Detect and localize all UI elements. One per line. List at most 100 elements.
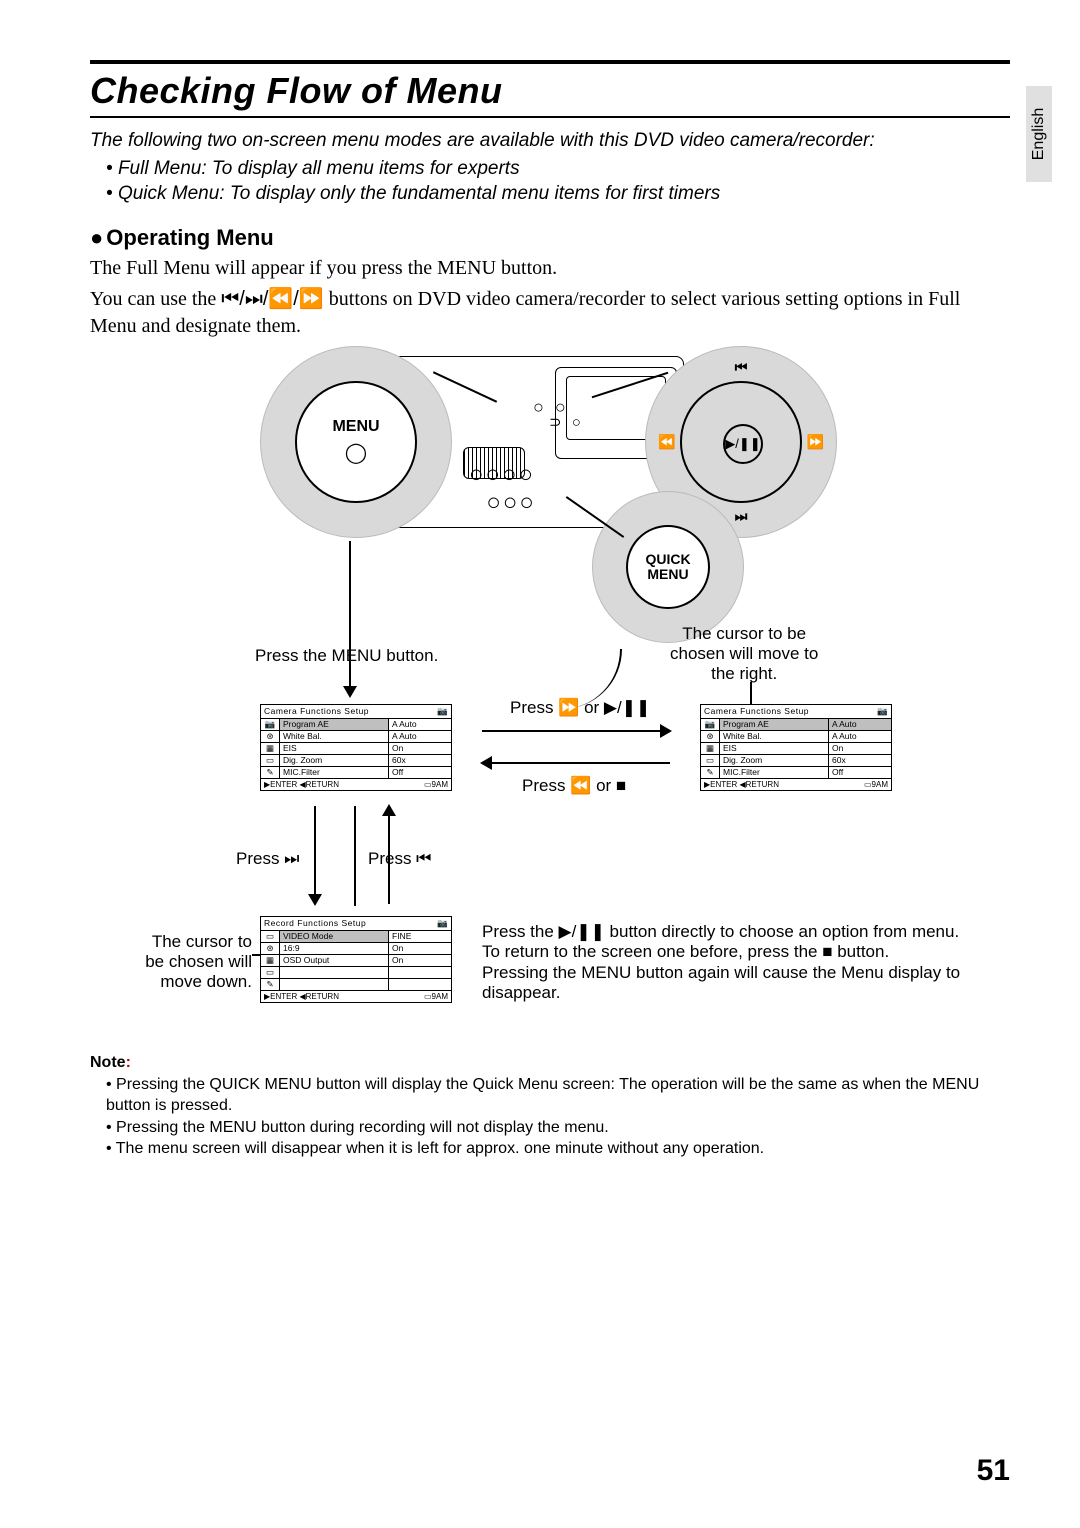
press-forward-label: Press ⏩ or ▶/❚❚	[510, 698, 650, 718]
note-block: Note: Pressing the QUICK MENU button wil…	[90, 1052, 1010, 1160]
osd-row-value: On	[389, 943, 451, 954]
osd-footer-left: ▶ENTER ◀RETURN	[264, 992, 339, 1001]
osd-row-value: A Auto	[829, 731, 891, 742]
note-colon: :	[126, 1054, 131, 1071]
note-item: The menu screen will disappear when it i…	[106, 1138, 1010, 1160]
osd-footer-right: ▭9AM	[864, 780, 888, 789]
arrow-left-icon	[482, 762, 670, 764]
osd-row-icon: ⊛	[261, 731, 280, 742]
diagram: ○ ○ ⊃ ○ ○○○○ ○○○ MENU ◯ ▶/❚❚ ⏮ ⏭ ⏪ ⏩ QUI…	[90, 346, 1010, 1046]
rule-under-title	[90, 116, 1010, 118]
osd-title: Record Functions Setup	[264, 918, 366, 929]
osd-row-name: MIC.Filter	[280, 767, 389, 778]
osd-row-name: White Bal.	[720, 731, 829, 742]
camera-icon: 📷	[437, 706, 448, 717]
quick-menu-button-illustration: QUICK MENU	[592, 491, 744, 643]
osd-row-icon: ▭	[261, 931, 280, 942]
osd-row-name	[280, 967, 389, 978]
osd-row-name: Program AE	[720, 719, 829, 730]
osd-row-value: FINE	[389, 931, 451, 942]
camera-indicator-icon: ⊃ ○	[549, 413, 584, 431]
osd-row-value: On	[389, 743, 451, 754]
intro-bullet: Full Menu: To display all menu items for…	[106, 156, 1010, 182]
osd-row-icon: ✎	[261, 767, 280, 778]
osd-row-name: MIC.Filter	[720, 767, 829, 778]
osd-row-value: 60x	[389, 755, 451, 766]
intro-bullet: Quick Menu: To display only the fundamen…	[106, 181, 1010, 207]
note-item: Pressing the QUICK MENU button will disp…	[106, 1074, 1010, 1117]
osd-row-icon: ▦	[701, 743, 720, 754]
osd-row-name: 16:9	[280, 943, 389, 954]
osd-footer-right: ▭9AM	[424, 992, 448, 1001]
menu-button-label: MENU	[332, 418, 379, 436]
osd-row-icon: ✎	[701, 767, 720, 778]
camera-icon: 📷	[437, 918, 448, 929]
language-tab: English	[1026, 86, 1052, 182]
osd-row-value: A Auto	[389, 731, 451, 742]
osd-footer-left: ▶ENTER ◀RETURN	[704, 780, 779, 789]
skip-prev-icon: ⏮	[735, 359, 748, 376]
press-prev-label: Press ⏮	[368, 849, 431, 869]
rewind-icon: ⏪	[658, 433, 675, 450]
section-heading: Operating Menu	[90, 225, 1010, 251]
osd-row-value	[389, 979, 451, 990]
forward-icon: ⏩	[807, 433, 824, 450]
osd-row-name: VIDEO Mode	[280, 931, 389, 942]
osd-row-icon: ▭	[261, 967, 280, 978]
osd-row-name: EIS	[280, 743, 389, 754]
page-number: 51	[977, 1454, 1010, 1488]
osd-row-name: Dig. Zoom	[280, 755, 389, 766]
osd-row-icon: ▭	[261, 755, 280, 766]
cursor-right-label: The cursor to be chosen will move to the…	[670, 624, 818, 684]
osd-row-icon: ▭	[701, 755, 720, 766]
section-p1: The Full Menu will appear if you press t…	[90, 255, 1010, 282]
osd-row-value	[389, 967, 451, 978]
page-title: Checking Flow of Menu	[90, 70, 1010, 112]
osd-camera-menu-right: Camera Functions Setup📷 📷Program AEA Aut…	[700, 704, 892, 791]
osd-row-icon: ▦	[261, 955, 280, 966]
rule-top	[90, 60, 1010, 64]
osd-row-icon: ⊛	[701, 731, 720, 742]
camera-icon: 📷	[877, 706, 888, 717]
quick-menu-label: QUICK MENU	[626, 525, 710, 609]
osd-footer-right: ▭9AM	[424, 780, 448, 789]
note-item: Pressing the MENU button during recordin…	[106, 1117, 1010, 1139]
osd-row-name: White Bal.	[280, 731, 389, 742]
button-icon: ◯	[332, 440, 379, 465]
play-pause-icon: ▶/❚❚	[723, 424, 763, 464]
osd-row-name: Dig. Zoom	[720, 755, 829, 766]
intro-desc: The following two on-screen menu modes a…	[90, 128, 1010, 154]
language-label: English	[1030, 108, 1048, 160]
arrow-right-icon	[482, 730, 670, 732]
osd-record-menu: Record Functions Setup📷 ▭VIDEO ModeFINE …	[260, 916, 452, 1003]
usage-paragraph: Press the ▶/❚❚ button directly to choose…	[482, 922, 962, 1004]
press-next-label: Press ⏭	[236, 849, 299, 869]
cursor-down-label: The cursor to be chosen will move down.	[122, 932, 252, 992]
osd-row-name: Program AE	[280, 719, 389, 730]
osd-row-icon: ⊛	[261, 943, 280, 954]
nav-symbols: ⏮/⏭/⏪/⏩	[221, 288, 323, 310]
osd-camera-menu: Camera Functions Setup📷 📷Program AEA Aut…	[260, 704, 452, 791]
section-p2a: You can use the	[90, 288, 221, 310]
osd-row-name	[280, 979, 389, 990]
osd-title: Camera Functions Setup	[264, 706, 369, 717]
note-heading: Note	[90, 1054, 126, 1071]
intro-block: The following two on-screen menu modes a…	[90, 128, 1010, 207]
arrow-down-icon	[349, 541, 351, 696]
osd-row-name: OSD Output	[280, 955, 389, 966]
arrow-down-icon	[314, 806, 316, 904]
osd-row-name: EIS	[720, 743, 829, 754]
press-rewind-label: Press ⏪ or ■	[522, 776, 626, 796]
osd-row-icon: ✎	[261, 979, 280, 990]
osd-row-value: On	[829, 743, 891, 754]
osd-footer-left: ▶ENTER ◀RETURN	[264, 780, 339, 789]
skip-next-icon: ⏭	[735, 508, 748, 525]
osd-row-value: Off	[829, 767, 891, 778]
section-p2: You can use the ⏮/⏭/⏪/⏩ buttons on DVD v…	[90, 286, 1010, 340]
osd-row-value: Off	[389, 767, 451, 778]
osd-row-icon: 📷	[701, 719, 720, 730]
osd-row-icon: 📷	[261, 719, 280, 730]
osd-title: Camera Functions Setup	[704, 706, 809, 717]
osd-row-value: A Auto	[389, 719, 451, 730]
camera-buttons-icon: ○○○○ ○○○	[469, 461, 536, 517]
